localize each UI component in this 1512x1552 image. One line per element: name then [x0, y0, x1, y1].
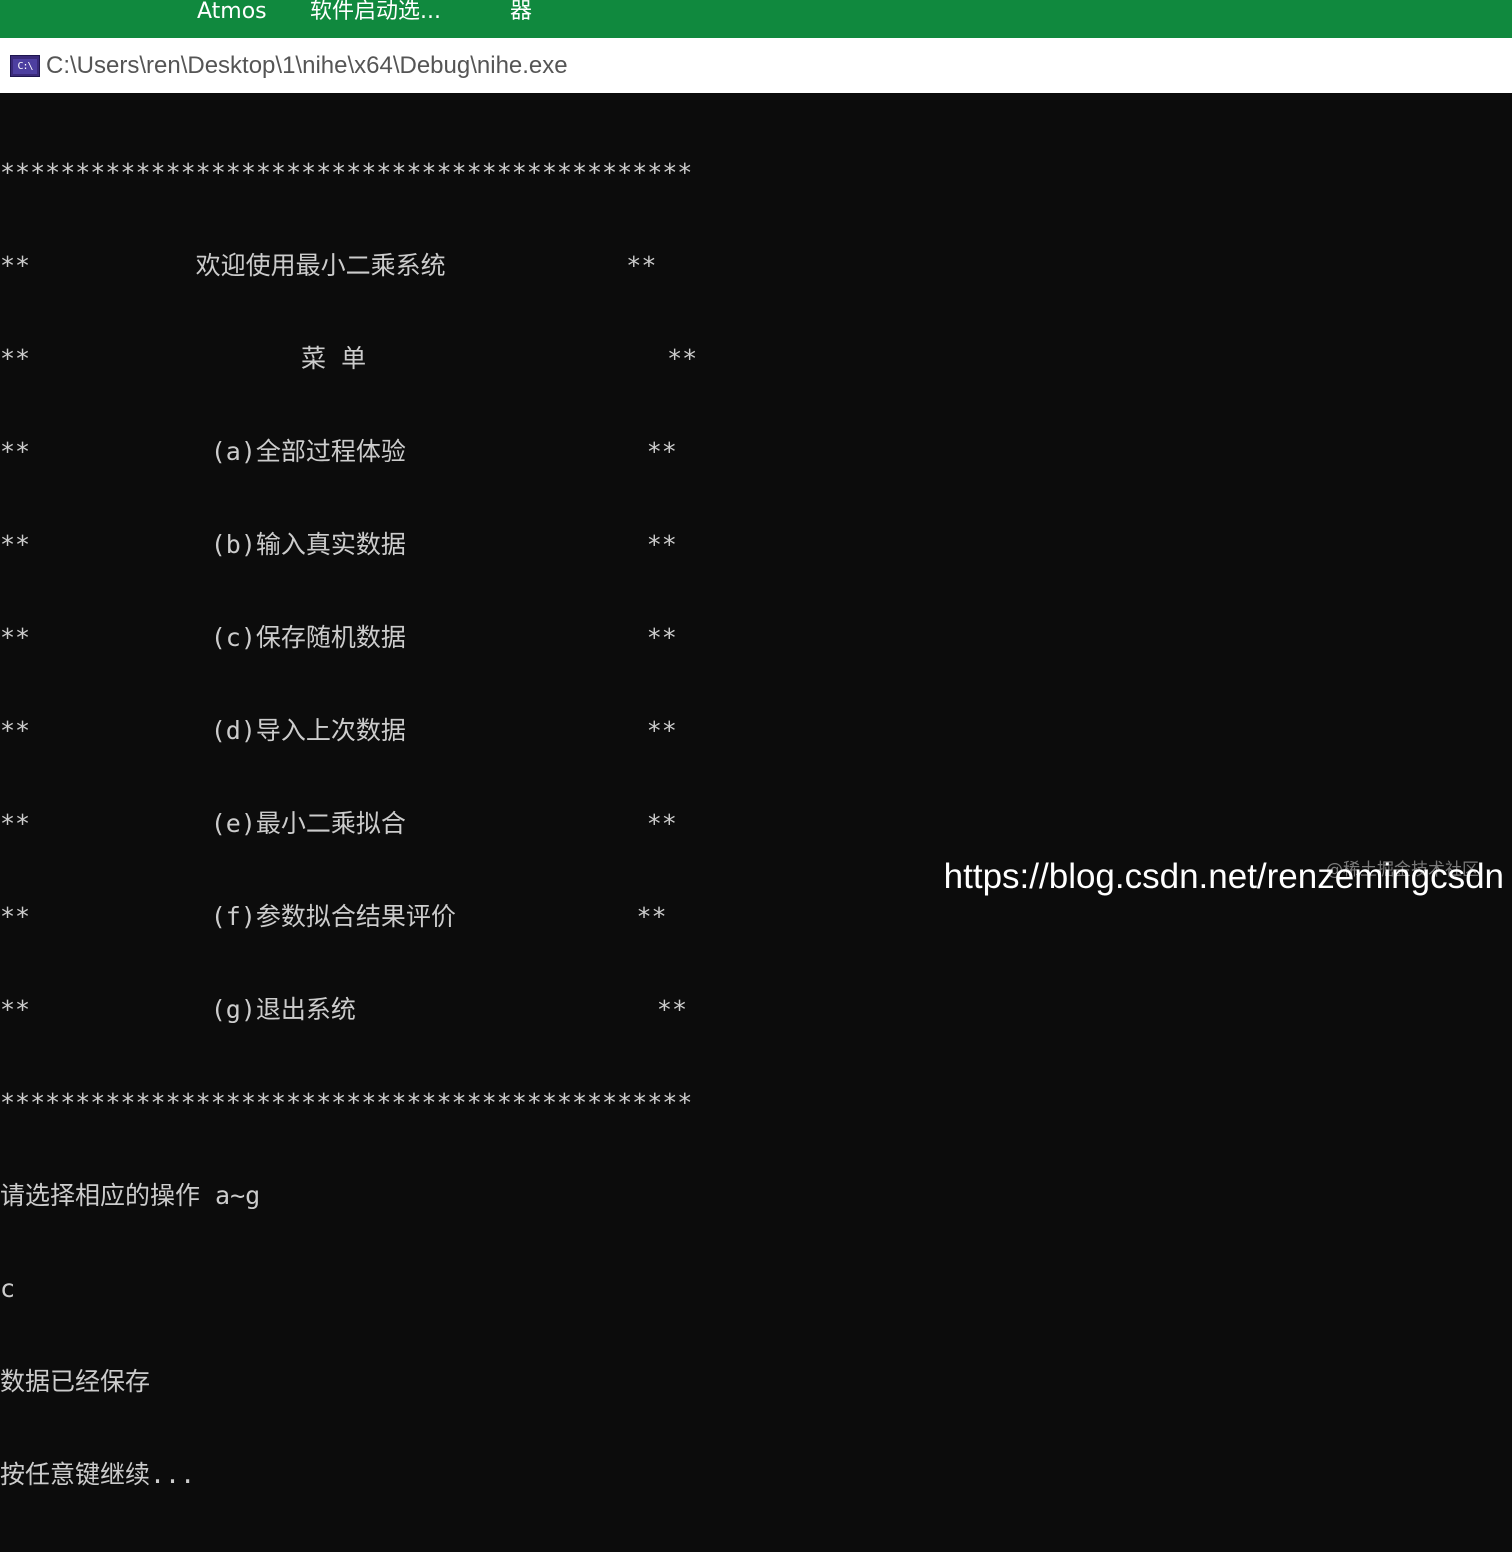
console-line: ****************************************… [0, 1088, 693, 1117]
console-line: ** (d)导入上次数据 ** [0, 716, 677, 745]
console-icon: C:\ [10, 55, 40, 77]
window-title: C:\Users\ren\Desktop\1\nihe\x64\Debug\ni… [46, 52, 568, 79]
console-line: ** 欢迎使用最小二乘系统 ** [0, 251, 657, 280]
window-titlebar[interactable]: C:\ C:\Users\ren\Desktop\1\nihe\x64\Debu… [0, 38, 1512, 93]
console-icon-glyph: C:\ [13, 59, 37, 74]
console-line: ** 菜 单 ** [0, 344, 698, 373]
console-line: ** (c)保存随机数据 ** [0, 623, 677, 652]
console-line: ** (g)退出系统 ** [0, 995, 687, 1024]
taskbar-item-partial[interactable]: 器 [510, 0, 532, 26]
console-line: ** (f)参数拟合结果评价 ** [0, 902, 667, 931]
console-line: 数据已经保存 [0, 1367, 151, 1396]
console-line: ****************************************… [0, 158, 693, 187]
console-line: c [0, 1274, 16, 1303]
taskbar-item-launcher[interactable]: 软件启动选... [310, 0, 441, 26]
console-line: ** (e)最小二乘拟合 ** [0, 809, 677, 838]
console-lines: ****************************************… [0, 95, 697, 1552]
source-url-overlay: https://blog.csdn.net/renzemingcsdn [943, 857, 1504, 896]
taskbar-item-atmos[interactable]: Atmos [197, 0, 267, 26]
console-output[interactable]: ****************************************… [0, 93, 1512, 1489]
taskbar: Atmos 软件启动选... 器 [0, 0, 1512, 38]
console-line: 请选择相应的操作 a~g [0, 1181, 261, 1210]
console-line: ** (a)全部过程体验 ** [0, 437, 677, 466]
console-line: ** (b)输入真实数据 ** [0, 530, 677, 559]
console-line: 按任意键继续... [0, 1460, 196, 1489]
